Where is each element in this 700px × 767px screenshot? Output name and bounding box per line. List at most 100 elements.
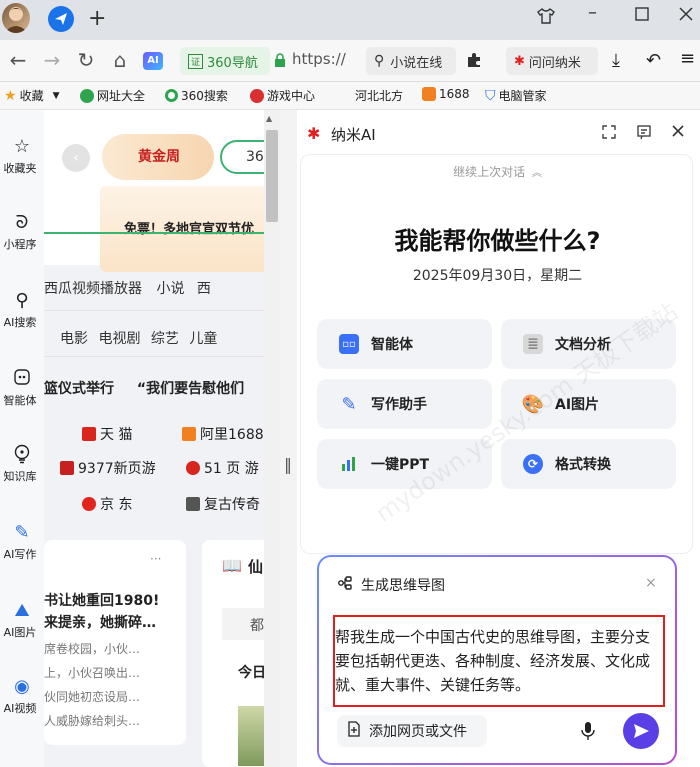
quick-link-xigua[interactable]: 西瓜视频播放器 [44,281,142,297]
bookmark-nav[interactable]: 网址大全 [80,87,145,104]
quick-link-more[interactable]: 西 [197,281,211,297]
knowledge-icon [0,444,44,468]
jd-icon [82,497,96,511]
feature-agent[interactable]: ▫▫ 智能体 [317,319,492,369]
home-icon[interactable]: ⌂ [108,48,132,72]
input-mode-label: 生成思维导图 [361,578,445,594]
banner-tag[interactable]: 黄金周 [102,134,214,180]
news-line-4[interactable]: 人威胁嫁给刺头… [44,712,140,729]
bookmark-1688[interactable]: 1688 [422,87,470,101]
bookmark-360-search[interactable]: 360搜索 [165,87,228,104]
banner-card[interactable]: 免票！多地官宣双节优 [100,186,264,272]
extension-icon[interactable] [465,51,483,73]
site-tmall[interactable]: 天 猫 [82,424,132,444]
site-1688[interactable]: 阿里1688 [182,424,264,444]
close-icon[interactable] [678,6,694,27]
undo-icon[interactable]: ↶ [646,50,661,71]
news-line-1[interactable]: 席卷校园，小伙… [44,640,140,657]
feature-one-click-ppt[interactable]: 一键PPT [317,439,492,489]
news-title-1[interactable]: 书让她重回1980! [44,590,159,610]
ask-nano-button[interactable]: ✱ 问问纳米 [506,47,598,75]
right-card-sub[interactable]: 今日 [238,662,264,682]
feature-format-conversion[interactable]: ⟳ 格式转换 [501,439,676,489]
category-tv[interactable]: 电视剧 [98,331,140,347]
menu-icon[interactable]: ≡ [680,48,695,69]
minimize-icon[interactable]: – [588,2,597,23]
chevron-down-icon: ▼ [52,90,60,101]
ai-icon[interactable]: AI [143,52,163,70]
attach-button[interactable]: 添加网页或文件 [337,715,487,747]
ai-date: 2025年09月30日，星期二 [412,268,583,284]
chevron-up-icon: ︽ [531,168,542,179]
nano-logo-icon: ✱ [514,53,525,69]
sidebar-item-ai-writing[interactable]: ✎ AI写作 [0,522,44,562]
nav-site-icon [80,88,94,103]
search-box[interactable]: ⚲ 小说在线 [366,47,456,75]
news-line-3[interactable]: 伙同她初恋设局… [44,688,140,705]
sidebar-item-knowledge[interactable]: 知识库 [0,444,44,484]
send-button[interactable] [623,713,659,749]
news-line-2[interactable]: 上，小伙召唤出… [44,664,140,681]
back-icon[interactable]: ← [6,48,30,72]
site-51[interactable]: 51 页 游 [186,458,259,478]
chat-history-icon[interactable] [636,124,652,144]
category-variety[interactable]: 综艺 [151,331,179,347]
mindmap-icon [337,575,353,595]
bookmark-game-center[interactable]: 游戏中心 [250,87,315,104]
right-card-thumbnail[interactable] [238,706,264,766]
panel-resize-handle[interactable]: ‖ [284,455,292,474]
avatar[interactable] [2,3,30,33]
news-title-2[interactable]: 来提亲，她撕碎… [44,612,156,632]
forward-icon[interactable]: → [40,48,64,72]
tab-bar: + – [0,0,700,40]
reload-icon[interactable]: ↻ [74,48,98,72]
site-retro-legend[interactable]: 复古传奇 [186,494,260,514]
ai-heading: 我能帮你做些什么? [394,227,601,255]
sidebar-item-ai-video[interactable]: ◉ AI视频 [0,676,44,716]
nav-360-button[interactable]: 证 360导航 [180,47,270,75]
sidebar-item-favorites[interactable]: ☆ 收藏夹 [0,136,44,176]
feature-writing-assistant[interactable]: ✎ 写作助手 [317,379,492,429]
chat-input-box: 生成思维导图 × 帮我生成一个中国古代史的思维导图，主要分支要包括朝代更迭、各种… [317,555,677,765]
maximize-icon[interactable] [634,6,650,27]
microphone-icon[interactable] [581,721,595,745]
right-card-tab[interactable]: 都 [222,608,264,640]
bookmark-favorites[interactable]: ★ 收藏 ▼ [4,87,60,104]
page-scrollbar-thumb[interactable] [266,130,278,222]
sidebar-item-mini-program[interactable]: ᘐ 小程序 [0,212,44,252]
download-icon[interactable]: ⤓ [612,50,620,71]
ai-panel: ✱ 纳米AI 继续上次对话 ︽ 我能帮你做些什么? 2025年09月30日，星期… [297,110,700,767]
site-9377[interactable]: 9377新页游 [60,458,156,478]
feature-ai-image[interactable]: 🎨 AI图片 [501,379,676,429]
banner-prev-button[interactable]: ‹ [62,144,90,172]
active-tab-icon[interactable] [48,6,74,32]
expand-icon[interactable] [601,124,617,144]
search-icon: ⚲ [15,290,29,311]
left-sidebar: ☆ 收藏夹 ᘐ 小程序 ⚲ AI搜索 智能体 知识库 ✎ AI写作 ⛰ AI图片… [0,110,44,767]
category-movie[interactable]: 电影 [60,331,88,347]
category-kids[interactable]: 儿童 [189,331,217,347]
news-more-icon[interactable]: ··· [150,552,161,566]
headline[interactable]: 篮仪式举行 “我们要告慰他们 [44,378,264,398]
sidebar-item-ai-image[interactable]: ⛰ AI图片 [0,600,44,640]
banner-search-pill[interactable]: 36 [220,140,264,174]
agent-icon: ▫▫ [339,334,359,354]
1688-icon [182,427,196,441]
quick-link-novel[interactable]: 小说 [156,281,184,297]
site-jd[interactable]: 京 东 [82,494,132,514]
new-tab-button[interactable]: + [88,6,106,31]
sidebar-item-ai-search[interactable]: ⚲ AI搜索 [0,290,44,330]
send-icon [634,724,649,738]
sidebar-item-agent[interactable]: 智能体 [0,368,44,408]
star-icon: ★ [4,87,17,104]
feature-document-analysis[interactable]: ≣ 文档分析 [501,319,676,369]
prompt-input[interactable]: 帮我生成一个中国古代史的思维导图，主要分支要包括朝代更迭、各种制度、经济发展、文… [335,625,661,697]
shirt-icon[interactable] [536,6,556,31]
bookmark-hebei[interactable]: 河北北方 [355,87,403,104]
url-field[interactable]: https:// [292,50,346,68]
scroll-up-icon[interactable]: ▲ [266,114,272,123]
continue-last-chat[interactable]: 继续上次对话 ︽ [301,163,694,180]
close-panel-icon[interactable] [671,124,685,142]
clear-mode-icon[interactable]: × [645,575,657,591]
bookmark-pc-manager[interactable]: ⛉ 电脑管家 [485,87,547,104]
